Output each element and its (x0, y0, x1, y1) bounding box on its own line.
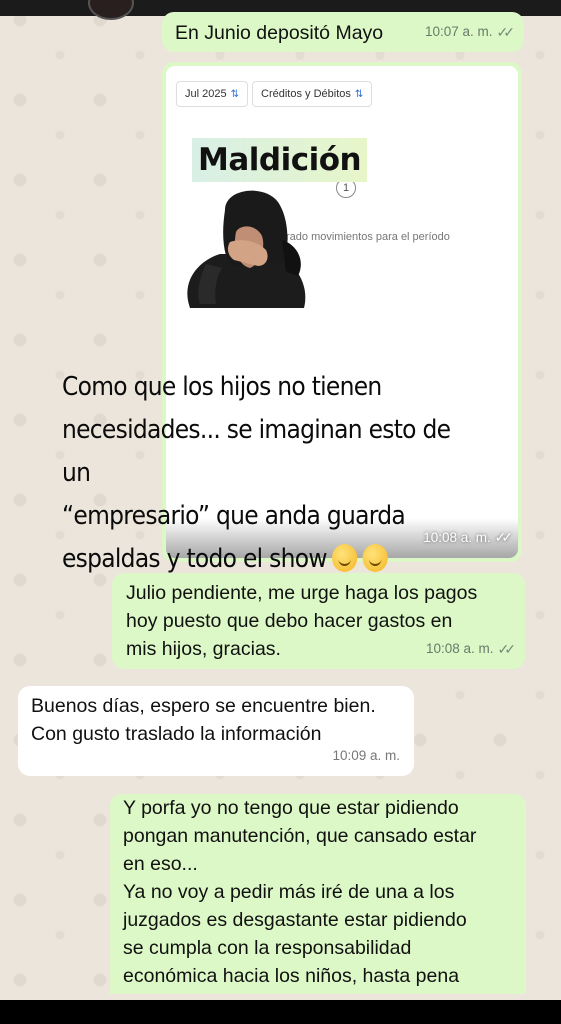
message-incoming[interactable]: Buenos días, espero se encuentre bien. C… (18, 686, 414, 776)
message-time: 10:07 a. m. (424, 24, 493, 39)
read-receipt-icon: ✓✓ (494, 529, 514, 545)
crying-figure-sticker (187, 190, 306, 308)
message-text: En Junio depositó Mayo (175, 22, 384, 44)
sticker-caption: Maldición (192, 138, 368, 182)
message-outgoing[interactable]: En Junio depositó Mayo 10:07 a. m. ✓✓ (162, 12, 524, 52)
melting-face-emoji-icon (362, 544, 388, 572)
message-meta: 10:08 a. m. ✓✓ (425, 635, 517, 663)
sort-icon: ⇅ (354, 89, 364, 100)
period-filter-chip: Jul 2025 ⇅ (176, 81, 248, 107)
caption-line: necesidades... se imaginan esto de un (62, 415, 451, 488)
melting-face-emoji-icon (332, 544, 358, 572)
message-outgoing[interactable]: Y porfa yo no tengo que estar pidiendo p… (110, 794, 526, 994)
caption-line: “empresario” que anda guarda (62, 501, 406, 531)
message-outgoing[interactable]: Julio pendiente, me urge haga los pagos … (112, 573, 525, 669)
message-text: Y porfa yo no tengo que estar pidiendo p… (123, 797, 477, 987)
message-meta: 10:09 a. m. (332, 742, 400, 770)
bottom-bar (0, 1000, 561, 1024)
message-text: Buenos días, espero se encuentre bien. C… (31, 695, 376, 745)
image-caption-overlay: Como que los hijos no tienen necesidades… (62, 366, 485, 581)
caption-line: Como que los hijos no tienen (62, 372, 382, 402)
sort-icon: ⇅ (230, 89, 239, 100)
message-time: 10:08 a. m. (425, 641, 494, 656)
message-time: 10:09 a. m. (332, 748, 400, 763)
read-receipt-icon: ✓✓ (497, 641, 517, 657)
read-receipt-icon: ✓✓ (496, 24, 516, 40)
type-filter-chip: Créditos y Débitos ⇅ (252, 81, 373, 107)
message-meta: 10:07 a. m. ✓✓ (424, 18, 516, 46)
